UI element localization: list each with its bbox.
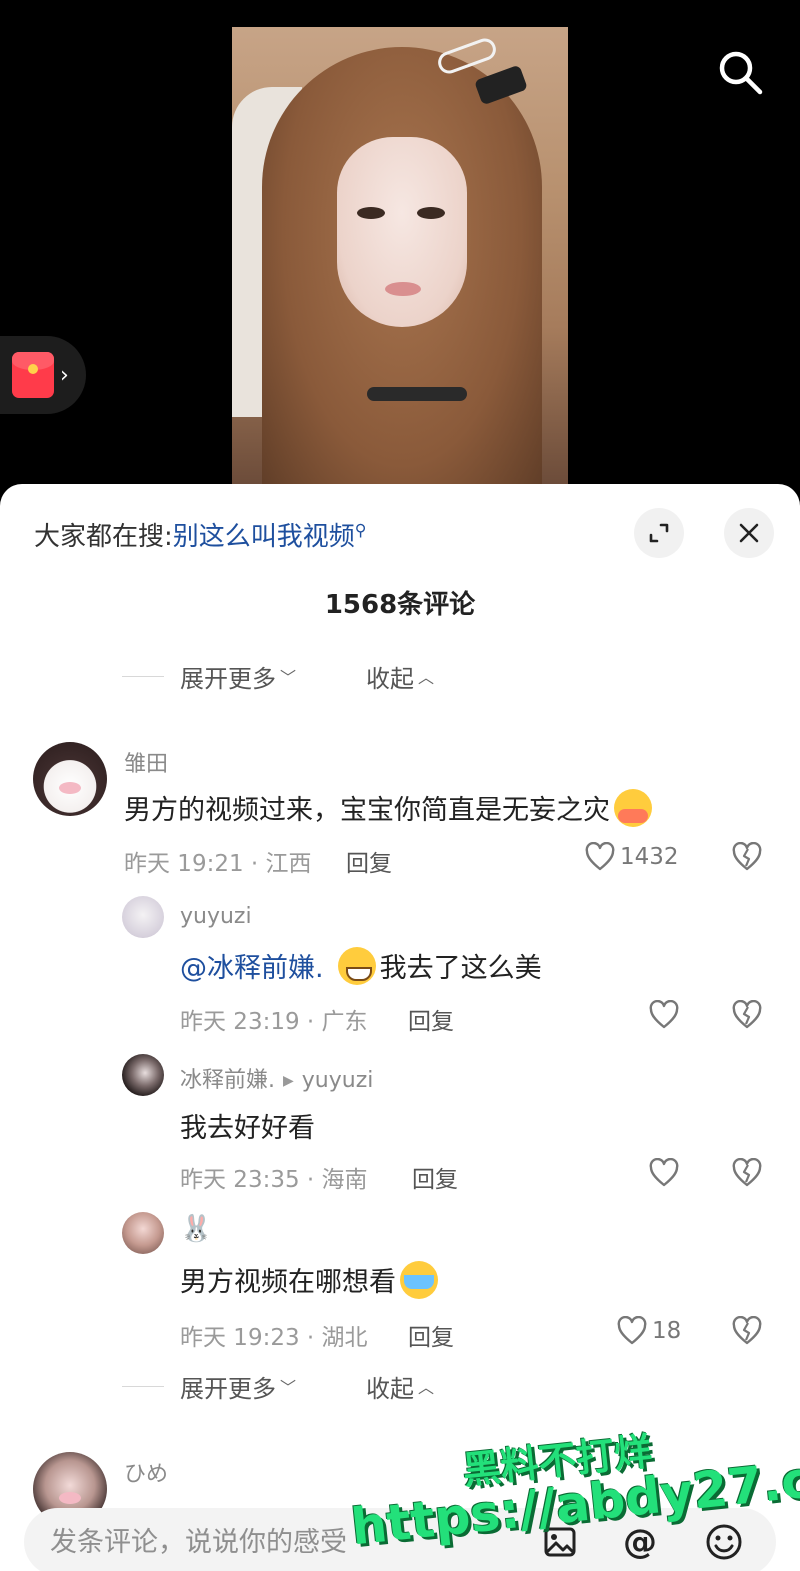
choker (367, 387, 467, 401)
commenter-name[interactable]: yuyuzi (180, 904, 252, 929)
reply-button[interactable]: 回复 (346, 844, 392, 878)
close-icon (739, 523, 759, 543)
reply-button[interactable]: 回复 (408, 1318, 454, 1352)
heart-icon (649, 1000, 679, 1029)
commenter-name-text[interactable]: 冰释前嫌. (180, 1068, 275, 1093)
mention-button[interactable]: @ (620, 1522, 660, 1562)
hot-search-bar: 大家都在搜:别这么叫我视频⚲ (34, 516, 367, 553)
expand-more-label: 展开更多 (180, 664, 276, 693)
broken-heart-icon (732, 1315, 762, 1345)
expand-more-label: 展开更多 (180, 1374, 276, 1403)
expand-more-button[interactable]: 展开更多 ﹀ (180, 659, 296, 694)
divider (122, 675, 164, 677)
eye (357, 207, 385, 219)
smiling-face-with-hug-icon (614, 788, 652, 827)
commenter-name[interactable]: 雏田 (124, 746, 168, 778)
heart-icon (617, 1316, 647, 1345)
commenter-name[interactable]: 🐰 (180, 1214, 212, 1244)
reply-to-name[interactable]: yuyuzi (302, 1068, 374, 1093)
smiley-icon (706, 1524, 742, 1560)
avatar[interactable] (122, 896, 164, 938)
dislike-button[interactable] (730, 1315, 764, 1350)
comment-meta: 昨天 23:35 · 海南 (180, 1167, 368, 1193)
fold-controls: 展开更多 ﹀ 收起 ︿ (122, 1369, 434, 1404)
chevron-up-icon: ︿ (418, 668, 435, 687)
comment-count: 1568条评论 (324, 590, 476, 620)
video-subject-face (337, 137, 467, 327)
video-area: › (0, 0, 800, 500)
like-count: 1432 (620, 844, 679, 870)
close-panel-button[interactable] (724, 508, 774, 558)
search-button[interactable] (716, 48, 764, 96)
eye (417, 207, 445, 219)
comment-meta: 昨天 23:19 · 广东 (180, 1009, 368, 1035)
comment-text: 男方视频在哪想看 (180, 1260, 442, 1299)
comment-meta: 昨天 19:21 · 江西 (124, 851, 312, 877)
comment-panel: 大家都在搜:别这么叫我视频⚲ 1568条评论 展开更多 ﹀ 收起 ︿ 雏田 男方的视… (0, 484, 800, 1571)
expand-panel-button[interactable] (634, 508, 684, 558)
comment-text: 男方的视频过来，宝宝你简直是无妄之灾 (124, 788, 656, 827)
reply-arrow-icon: ▶ (283, 1073, 294, 1089)
collapse-button[interactable]: 收起 ︿ (366, 1369, 434, 1404)
chevron-down-icon: ﹀ (280, 1378, 297, 1397)
mention-link[interactable]: @冰释前嫌. (180, 946, 324, 985)
collapse-label: 收起 (366, 664, 415, 693)
hot-search-term[interactable]: 别这么叫我视频 (173, 522, 355, 552)
lips (385, 282, 421, 296)
avatar[interactable] (122, 1054, 164, 1096)
like-button[interactable] (648, 1158, 684, 1188)
like-button[interactable]: 1432 (584, 842, 679, 872)
broken-heart-icon (732, 999, 762, 1029)
heart-icon (649, 1158, 679, 1187)
red-packet-icon (12, 352, 54, 398)
comment-body: 男方的视频过来，宝宝你简直是无妄之灾 (124, 795, 610, 826)
comment-text: 我去好好看 (180, 1106, 315, 1145)
reply-button[interactable]: 回复 (408, 1002, 454, 1036)
crying-face-icon (400, 1260, 438, 1299)
comment-text: @冰释前嫌. 我去了这么美 (180, 946, 542, 985)
expand-more-button[interactable]: 展开更多 ﹀ (180, 1369, 296, 1404)
divider (122, 1385, 164, 1387)
red-packet-entry[interactable]: › (0, 336, 86, 414)
expand-icon (649, 523, 669, 543)
comment-body: 男方视频在哪想看 (180, 1267, 396, 1298)
dislike-button[interactable] (730, 841, 764, 876)
commenter-name[interactable]: ひめ (124, 1456, 168, 1488)
search-icon (719, 51, 763, 95)
commenter-name: 冰释前嫌. ▶ yuyuzi (180, 1062, 373, 1094)
chevron-right-icon: › (60, 362, 69, 388)
reply-button[interactable]: 回复 (412, 1160, 458, 1194)
comment-body: 我去了这么美 (379, 953, 542, 984)
collapse-label: 收起 (366, 1374, 415, 1403)
search-icon: ⚲ (354, 520, 367, 540)
like-count: 18 (652, 1318, 682, 1344)
comment-meta: 昨天 19:23 · 湖北 (180, 1325, 368, 1351)
grinning-sweat-icon (337, 946, 376, 985)
collapse-button[interactable]: 收起 ︿ (366, 659, 434, 694)
chevron-up-icon: ︿ (418, 1378, 435, 1397)
rabbit-icon: 🐰 (180, 1214, 213, 1244)
video-player[interactable] (232, 27, 568, 487)
at-icon: @ (623, 1522, 657, 1562)
avatar[interactable] (122, 1212, 164, 1254)
broken-heart-icon (732, 841, 762, 871)
chevron-down-icon: ﹀ (280, 668, 297, 687)
avatar[interactable] (33, 742, 107, 816)
like-button[interactable]: 18 (616, 1316, 681, 1346)
emoji-button[interactable] (704, 1522, 744, 1562)
broken-heart-icon (732, 1157, 762, 1187)
comment-body: 我去好好看 (180, 1113, 315, 1144)
fold-controls: 展开更多 ﹀ 收起 ︿ (122, 659, 434, 694)
dislike-button[interactable] (730, 1157, 764, 1192)
hot-search-prefix: 大家都在搜: (34, 522, 173, 552)
like-button[interactable] (648, 1000, 684, 1030)
dislike-button[interactable] (730, 999, 764, 1034)
heart-icon (585, 842, 615, 871)
